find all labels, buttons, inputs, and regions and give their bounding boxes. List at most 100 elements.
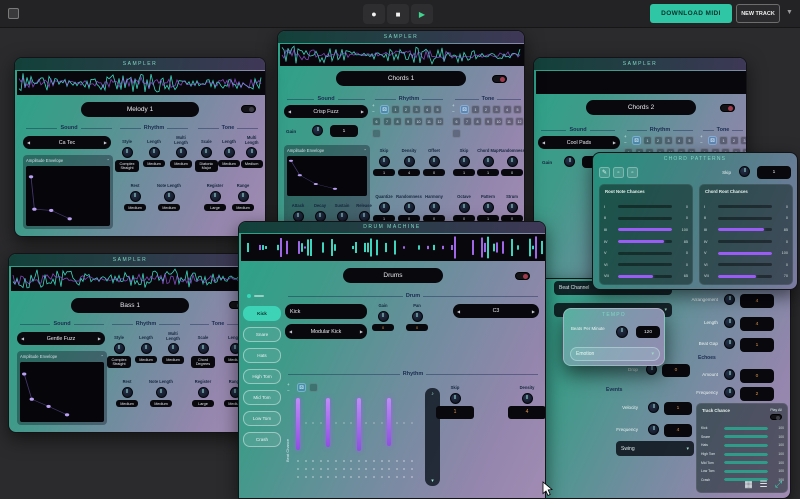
- envelope-editor[interactable]: [20, 362, 104, 422]
- step-button[interactable]: 4: [503, 105, 512, 114]
- step-button[interactable]: 8: [393, 117, 402, 126]
- knob[interactable]: [429, 156, 440, 167]
- drum-tab-crash[interactable]: Crash: [243, 432, 281, 447]
- knob[interactable]: [246, 147, 257, 158]
- pattern-slot-button-2[interactable]: ▫: [627, 167, 638, 178]
- length-knob[interactable]: [724, 317, 735, 328]
- step-button[interactable]: 2: [402, 105, 411, 114]
- step-count-stepper[interactable]: +−: [372, 104, 375, 114]
- knob-value-box[interactable]: 1: [453, 169, 475, 176]
- step-button[interactable]: 5: [433, 105, 442, 114]
- grid-step[interactable]: [303, 396, 310, 484]
- knob[interactable]: [198, 343, 209, 354]
- frequency-knob[interactable]: [648, 424, 659, 435]
- knob[interactable]: [483, 202, 494, 213]
- arrow-right-icon[interactable]: ▶: [361, 109, 364, 114]
- echo-frequency-knob[interactable]: [724, 387, 735, 398]
- minus-icon[interactable]: −: [624, 141, 627, 146]
- slider[interactable]: [618, 252, 672, 255]
- knob-value-box[interactable]: Medium: [158, 204, 180, 211]
- arrow-right-icon[interactable]: ▶: [360, 329, 363, 334]
- collapse-icon[interactable]: ⌃: [363, 148, 367, 153]
- arrow-left-icon[interactable]: ◀: [21, 336, 24, 341]
- slider[interactable]: [618, 263, 672, 266]
- step-button[interactable]: 7: [463, 117, 472, 126]
- knob[interactable]: [238, 191, 249, 202]
- step-button[interactable]: 5: [513, 105, 522, 114]
- step-button[interactable]: 3: [664, 136, 673, 145]
- slider[interactable]: [724, 470, 768, 473]
- step-button[interactable]: 4: [675, 136, 684, 145]
- grid-step[interactable]: [356, 396, 363, 484]
- knob-value-box[interactable]: Complex Straight: [115, 160, 139, 172]
- step-button[interactable]: 9: [484, 117, 493, 126]
- arrow-right-icon[interactable]: ▶: [613, 140, 616, 145]
- gain-value-box[interactable]: 1: [330, 125, 358, 137]
- slider[interactable]: [618, 240, 672, 243]
- drum-tab-mid-tom[interactable]: Mid Tom: [243, 390, 281, 405]
- knob[interactable]: [507, 202, 518, 213]
- step-button[interactable]: 3: [412, 105, 421, 114]
- knob-value-box[interactable]: Medium: [241, 160, 263, 167]
- knob[interactable]: [483, 156, 494, 167]
- amount-knob[interactable]: [724, 369, 735, 380]
- knob-value-box[interactable]: 0: [501, 169, 523, 176]
- plus-icon[interactable]: +: [372, 104, 375, 109]
- step-button[interactable]: 7: [383, 117, 392, 126]
- knob-value-box[interactable]: Chord Degrees: [191, 356, 215, 368]
- knob-value-box[interactable]: Medium: [143, 160, 165, 167]
- grid-step[interactable]: [401, 396, 408, 484]
- arrangement-knob[interactable]: [724, 294, 735, 305]
- velocity-knob[interactable]: [648, 402, 659, 413]
- knob[interactable]: [210, 191, 221, 202]
- plus-icon[interactable]: +: [287, 383, 290, 388]
- mute-toggle[interactable]: [515, 272, 530, 280]
- knob-value-box[interactable]: Medium: [135, 356, 157, 363]
- knob[interactable]: [507, 156, 518, 167]
- step-button[interactable]: 4: [423, 105, 432, 114]
- step-button[interactable]: 3: [492, 105, 501, 114]
- arrow-left-icon[interactable]: ◀: [457, 309, 460, 314]
- slider[interactable]: [718, 263, 772, 266]
- knob[interactable]: [114, 343, 125, 354]
- knob-value-box[interactable]: Medium: [232, 204, 254, 211]
- play-button[interactable]: ▶: [411, 4, 433, 24]
- mute-toggle[interactable]: [720, 104, 735, 112]
- knob[interactable]: [379, 156, 390, 167]
- slider[interactable]: [718, 205, 772, 208]
- velocity-value-box[interactable]: 1: [664, 402, 692, 415]
- arrangement-value-box[interactable]: 4: [740, 294, 774, 308]
- arrow-left-icon[interactable]: ◀: [289, 329, 292, 334]
- preset-selector[interactable]: ◀Ca Tec▶: [23, 136, 111, 149]
- slider[interactable]: [618, 217, 672, 220]
- slider[interactable]: [718, 217, 772, 220]
- knob[interactable]: [379, 202, 390, 213]
- knob-value-box[interactable]: 4: [398, 169, 420, 176]
- arrow-left-icon[interactable]: ◀: [27, 140, 30, 145]
- gain-knob[interactable]: [564, 156, 575, 167]
- note-selector[interactable]: ◀C3▶: [453, 304, 539, 318]
- grid-step[interactable]: [371, 396, 378, 484]
- step-button[interactable]: 1: [391, 105, 400, 114]
- stop-button[interactable]: ■: [387, 4, 409, 24]
- step-button[interactable]: 11: [505, 117, 514, 126]
- gain-knob[interactable]: [312, 125, 323, 136]
- knob[interactable]: [141, 343, 152, 354]
- mixer-list-icon[interactable]: ☰: [758, 479, 769, 490]
- slider[interactable]: [724, 435, 768, 438]
- preset-selector[interactable]: ◀Crisp Fuzz▶: [284, 105, 368, 118]
- length-value-box[interactable]: 4: [740, 317, 774, 331]
- drum-tab-hats[interactable]: Hats: [243, 348, 281, 363]
- clear-button[interactable]: [309, 383, 318, 392]
- knob-value-box[interactable]: Diatonic Major: [195, 160, 218, 172]
- beat-gap-knob[interactable]: [724, 338, 735, 349]
- knob[interactable]: [122, 147, 133, 158]
- envelope-editor[interactable]: [26, 166, 110, 226]
- knob-value-box[interactable]: Large: [192, 400, 214, 407]
- knob-value-box[interactable]: Medium: [218, 160, 240, 167]
- plus-icon[interactable]: +: [624, 135, 627, 140]
- mute-toggle[interactable]: [492, 75, 507, 83]
- bpm-knob[interactable]: [616, 326, 628, 338]
- knob[interactable]: [156, 387, 167, 398]
- track-title-button[interactable]: Drums: [343, 268, 443, 283]
